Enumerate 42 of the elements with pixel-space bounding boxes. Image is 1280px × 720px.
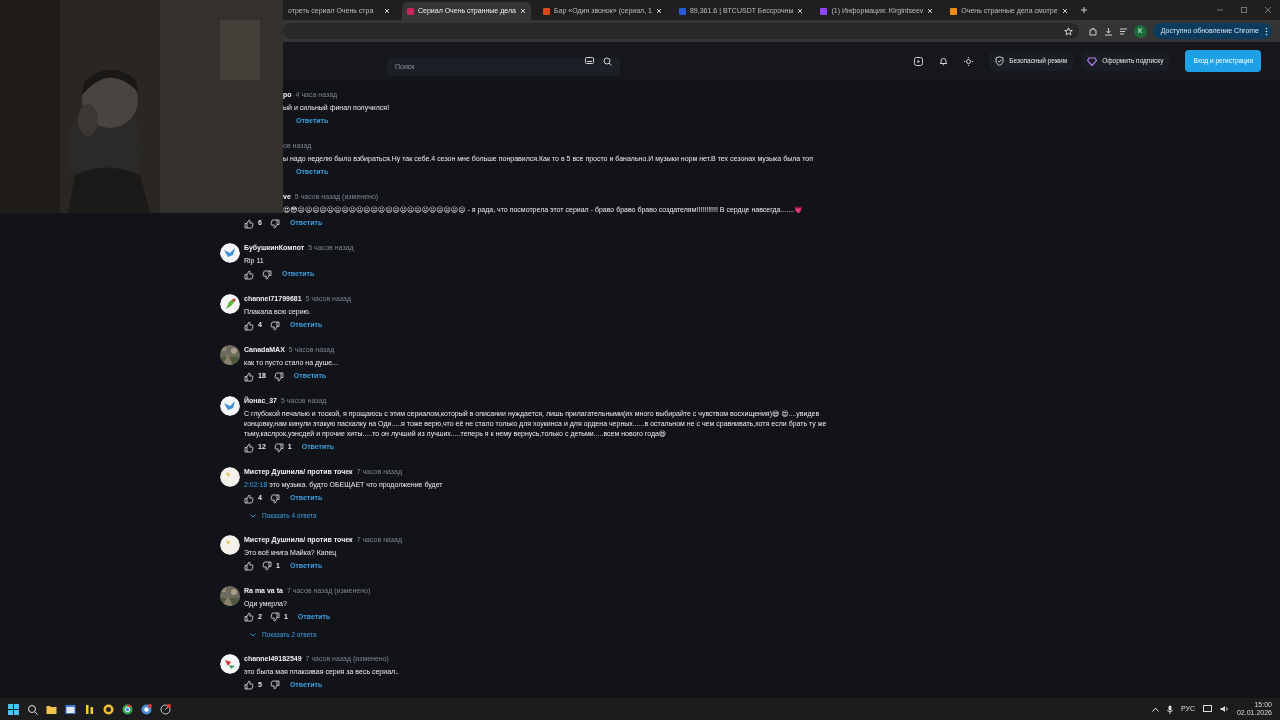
thumbs-down-icon[interactable] <box>273 442 284 453</box>
shield-icon <box>995 56 1005 66</box>
sun-icon[interactable] <box>964 56 974 66</box>
bell-icon[interactable] <box>939 56 949 66</box>
plus-icon[interactable] <box>1079 6 1088 14</box>
thumbs-down-icon[interactable] <box>269 218 280 229</box>
thumbs-up-icon[interactable] <box>244 612 254 623</box>
maximize-icon[interactable] <box>1240 6 1248 14</box>
thumbs-up-icon[interactable] <box>244 269 254 280</box>
volume-icon[interactable] <box>1219 705 1229 713</box>
thumbs-up-icon[interactable] <box>244 680 254 690</box>
thumbs-down-icon[interactable] <box>273 371 284 382</box>
thumbs-down-icon[interactable] <box>262 269 272 280</box>
download-icon[interactable] <box>1103 26 1113 36</box>
chevron-icon <box>250 513 256 518</box>
thumbs-down-icon[interactable] <box>269 680 280 690</box>
diamond-icon <box>1087 56 1098 66</box>
bars-icon[interactable] <box>84 703 95 715</box>
thumbs-up-icon[interactable] <box>244 493 254 504</box>
thumbs-up-icon[interactable] <box>244 561 254 572</box>
window-icon[interactable] <box>65 703 76 715</box>
search-icon[interactable] <box>603 56 612 66</box>
thumbs-down-icon[interactable] <box>269 493 280 504</box>
play-icon[interactable] <box>914 56 924 66</box>
circle-app-icon[interactable] <box>103 703 114 715</box>
search-icon[interactable] <box>27 703 38 715</box>
more-icon <box>1265 26 1268 36</box>
gauge-icon[interactable] <box>160 703 171 715</box>
thumbs-down-icon[interactable] <box>269 320 280 331</box>
thumbs-down-icon[interactable] <box>262 561 272 572</box>
thumbs-up-icon[interactable] <box>244 442 254 453</box>
thumbs-down-icon[interactable] <box>269 612 280 623</box>
star-icon[interactable] <box>1063 26 1073 36</box>
keyboard-icon[interactable] <box>585 57 594 64</box>
folder-icon[interactable] <box>46 703 57 715</box>
chevron-up-icon[interactable] <box>1151 706 1159 712</box>
thumbs-up-icon[interactable] <box>244 371 254 382</box>
windows-icon[interactable] <box>8 703 19 715</box>
microphone-icon[interactable] <box>1166 704 1173 714</box>
chevron-icon <box>250 632 256 637</box>
thumbs-up-icon[interactable] <box>244 320 254 331</box>
thumbs-up-icon[interactable] <box>244 218 254 229</box>
